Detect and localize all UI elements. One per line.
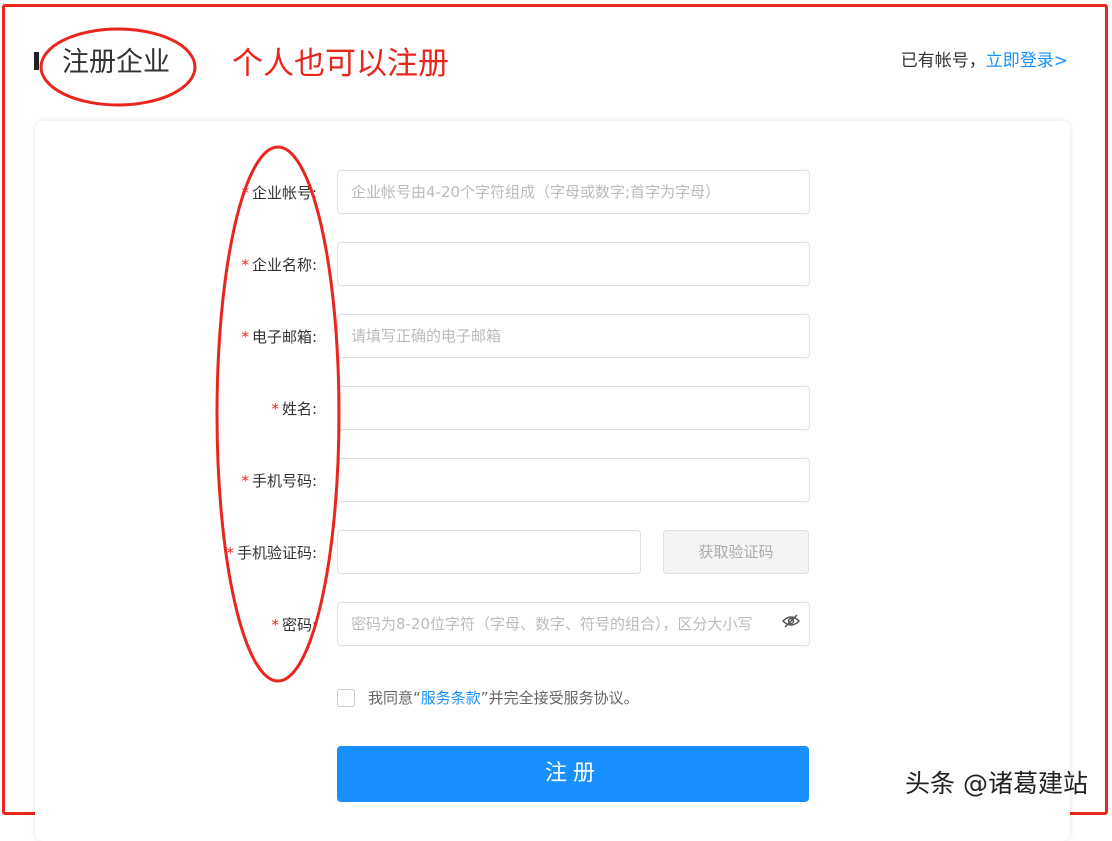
phone-input[interactable]	[337, 458, 810, 502]
account-input[interactable]: 企业帐号由4-20个字符组成（字母或数字;首字为字母）	[337, 170, 810, 214]
field-phone: * 手机号码:	[35, 458, 1070, 502]
password-input[interactable]: 密码为8-20位字符（字母、数字、符号的组合），区分大小写	[337, 602, 810, 646]
field-password: * 密码: 密码为8-20位字符（字母、数字、符号的组合），区分大小写	[35, 602, 1070, 646]
agreement: 我同意“ 服务条款 ”并完全接受服务协议。	[337, 687, 639, 708]
required-mark: *	[271, 616, 279, 634]
agree-prefix: 我同意“	[368, 689, 421, 707]
required-mark: *	[241, 184, 249, 202]
field-code: * 手机验证码: 获取验证码	[35, 530, 1070, 574]
field-label: * 密码:	[271, 614, 317, 635]
login-prompt: 已有帐号，立即登录>	[901, 46, 1068, 71]
verification-code-input[interactable]	[337, 530, 641, 574]
label-text: 手机验证码:	[236, 544, 317, 562]
company-name-input[interactable]	[337, 242, 810, 286]
watermark: 头条 @诸葛建站	[905, 769, 1088, 798]
annotation-text: 个人也可以注册	[232, 46, 449, 82]
eye-hidden-icon[interactable]	[781, 614, 801, 632]
field-company: * 企业名称:	[35, 242, 1070, 286]
email-input[interactable]: 请填写正确的电子邮箱	[337, 314, 810, 358]
label-text: 密码:	[281, 616, 317, 634]
label-text: 姓名:	[281, 400, 317, 418]
login-link[interactable]: 立即登录>	[986, 51, 1068, 71]
required-mark: *	[271, 400, 279, 418]
login-prompt-text: 已有帐号，	[900, 51, 986, 71]
required-mark: *	[241, 472, 249, 490]
required-mark: *	[241, 328, 249, 346]
required-mark: *	[226, 544, 234, 562]
register-form: * 企业帐号: 企业帐号由4-20个字符组成（字母或数字;首字为字母） * 企业名称:…	[35, 121, 1070, 841]
register-button[interactable]: 注册	[337, 746, 809, 802]
name-input[interactable]	[337, 386, 810, 430]
agree-suffix: ”并完全接受服务协议。	[480, 689, 639, 707]
field-label: * 企业名称:	[241, 254, 317, 275]
title-marker	[34, 52, 39, 70]
label-text: 企业名称:	[251, 256, 317, 274]
page-title: 注册企业	[62, 47, 170, 78]
field-name: * 姓名:	[35, 386, 1070, 430]
terms-link[interactable]: 服务条款	[421, 687, 481, 708]
get-code-button[interactable]: 获取验证码	[663, 530, 809, 574]
label-text: 电子邮箱:	[251, 328, 317, 346]
field-account: * 企业帐号: 企业帐号由4-20个字符组成（字母或数字;首字为字母）	[35, 170, 1070, 214]
label-text: 企业帐号:	[251, 184, 317, 202]
label-text: 手机号码:	[251, 472, 317, 490]
field-label: * 手机验证码:	[226, 542, 317, 563]
field-label: * 手机号码:	[241, 470, 317, 491]
field-label: * 姓名:	[271, 398, 317, 419]
agree-checkbox[interactable]	[337, 688, 355, 707]
field-email: * 电子邮箱: 请填写正确的电子邮箱	[35, 314, 1070, 358]
field-label: * 电子邮箱:	[241, 326, 317, 347]
field-label: * 企业帐号:	[241, 182, 317, 203]
required-mark: *	[241, 256, 249, 274]
